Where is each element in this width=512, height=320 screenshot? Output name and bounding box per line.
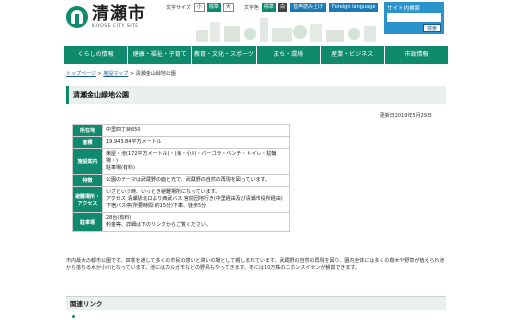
cityscape-illustration bbox=[196, 18, 376, 42]
text-size-label: 文字サイズ bbox=[166, 5, 191, 11]
text-size-large-button[interactable]: 大 bbox=[222, 3, 234, 12]
page-title: 清瀬金山緑地公園 bbox=[73, 91, 129, 99]
page-title-bar: 清瀬金山緑地公園 bbox=[66, 86, 446, 104]
utility-links: 音声読み上げ Foreign language bbox=[290, 3, 379, 12]
table-row: 面積 19,943.84平方メートル bbox=[72, 136, 290, 149]
list-bullet-icon bbox=[72, 315, 75, 318]
row-value-access: いざという時、いっとき避難場所になっています。 アクセス 清瀬駅北口より西武バス… bbox=[102, 186, 290, 213]
row-label-access: 避難場所・アクセス bbox=[72, 186, 103, 213]
logo-title: 清瀬市 bbox=[92, 4, 146, 24]
table-row: 所在地 中里四丁目650 bbox=[72, 124, 290, 137]
foreign-language-link[interactable]: Foreign language bbox=[329, 3, 379, 12]
accessibility-controls: 文字サイズ 小 標準 大 文字色 標準 白 bbox=[166, 3, 287, 12]
related-links-heading: 関連リンク bbox=[70, 300, 103, 308]
nav-education-culture[interactable]: 教育・文化・スポーツ bbox=[192, 46, 257, 64]
row-value-parking: 28台(有料) 料金等、詳細は下のリンクからご覧ください。 bbox=[102, 212, 290, 232]
row-label-address: 所在地 bbox=[72, 124, 103, 137]
text-color-label: 文字色 bbox=[243, 5, 259, 11]
park-description: 市内最大の都市公園です。四季を通して多くの市民の憩いと潤いの場として親しまれてい… bbox=[66, 258, 445, 271]
row-value-address: 中里四丁目650 bbox=[102, 124, 290, 137]
site-header: 清瀬市 KIYOSE CITY SITE 文字サイズ 小 標準 大 文字色 標準… bbox=[0, 0, 512, 44]
row-label-facilities: 施設案内 bbox=[72, 148, 103, 175]
row-label-parking: 駐車場 bbox=[72, 212, 103, 232]
breadcrumb-separator: > bbox=[129, 71, 135, 77]
breadcrumb: トップページ > 施設マップ > 清瀬金山緑地公園 bbox=[66, 70, 176, 77]
table-row: 特徴 公園のテーマは武蔵野の面と光で、武蔵野の自然の再現を図っています。 bbox=[72, 174, 290, 187]
row-value-area: 19,943.84平方メートル bbox=[102, 136, 290, 149]
table-row: 避難場所・アクセス いざという時、いっとき避難場所になっています。 アクセス 清… bbox=[72, 186, 290, 213]
text-size-standard-button[interactable]: 標準 bbox=[206, 3, 221, 12]
global-nav: くらしの情報 健康・福祉・子育て 教育・文化・スポーツ まち・環境 産業・ビジネ… bbox=[64, 46, 449, 64]
breadcrumb-facility-map[interactable]: 施設マップ bbox=[103, 71, 128, 77]
nav-city-government[interactable]: 市政情報 bbox=[384, 46, 449, 64]
text-color-white-button[interactable]: 白 bbox=[277, 3, 287, 12]
breadcrumb-current: 清瀬金山緑地公園 bbox=[135, 71, 176, 77]
city-emblem-icon bbox=[66, 6, 88, 28]
nav-living[interactable]: くらしの情報 bbox=[64, 46, 129, 64]
table-row: 駐車場 28台(有料) 料金等、詳細は下のリンクからご覧ください。 bbox=[72, 212, 290, 232]
speech-reader-link[interactable]: 音声読み上げ bbox=[290, 3, 327, 12]
table-row: 施設案内 東屋・池(172平方メートル)・(滝・小川・パーゴラ・ベンチ・トイレ・… bbox=[72, 148, 290, 175]
related-links-section: 関連リンク bbox=[66, 296, 446, 310]
park-info-table: 所在地 中里四丁目650 面積 19,943.84平方メートル 施設案内 東屋・… bbox=[72, 124, 290, 232]
row-label-area: 面積 bbox=[72, 136, 103, 149]
text-size-small-button[interactable]: 小 bbox=[193, 3, 205, 12]
updated-date: 更新日2019年5月29日 bbox=[379, 113, 432, 119]
search-input[interactable] bbox=[387, 13, 441, 22]
row-label-features: 特徴 bbox=[72, 174, 103, 187]
logo-subtitle: KIYOSE CITY SITE bbox=[92, 24, 139, 29]
site-logo[interactable]: 清瀬市 KIYOSE CITY SITE bbox=[66, 5, 146, 29]
site-search: サイト内検索 検索 bbox=[384, 2, 444, 34]
nav-town-environment[interactable]: まち・環境 bbox=[256, 46, 321, 64]
nav-health-welfare[interactable]: 健康・福祉・子育て bbox=[128, 46, 193, 64]
row-value-facilities: 東屋・池(172平方メートル)・(滝・小川・パーゴラ・ベンチ・トイレ・駐輪場・)… bbox=[102, 148, 290, 175]
text-color-standard-button[interactable]: 標準 bbox=[261, 3, 276, 12]
row-value-features: 公園のテーマは武蔵野の面と光で、武蔵野の自然の再現を図っています。 bbox=[102, 174, 290, 187]
search-button[interactable]: 検索 bbox=[422, 24, 441, 32]
breadcrumb-separator: > bbox=[97, 71, 102, 77]
breadcrumb-top[interactable]: トップページ bbox=[66, 71, 96, 77]
nav-industry-business[interactable]: 産業・ビジネス bbox=[320, 46, 385, 64]
